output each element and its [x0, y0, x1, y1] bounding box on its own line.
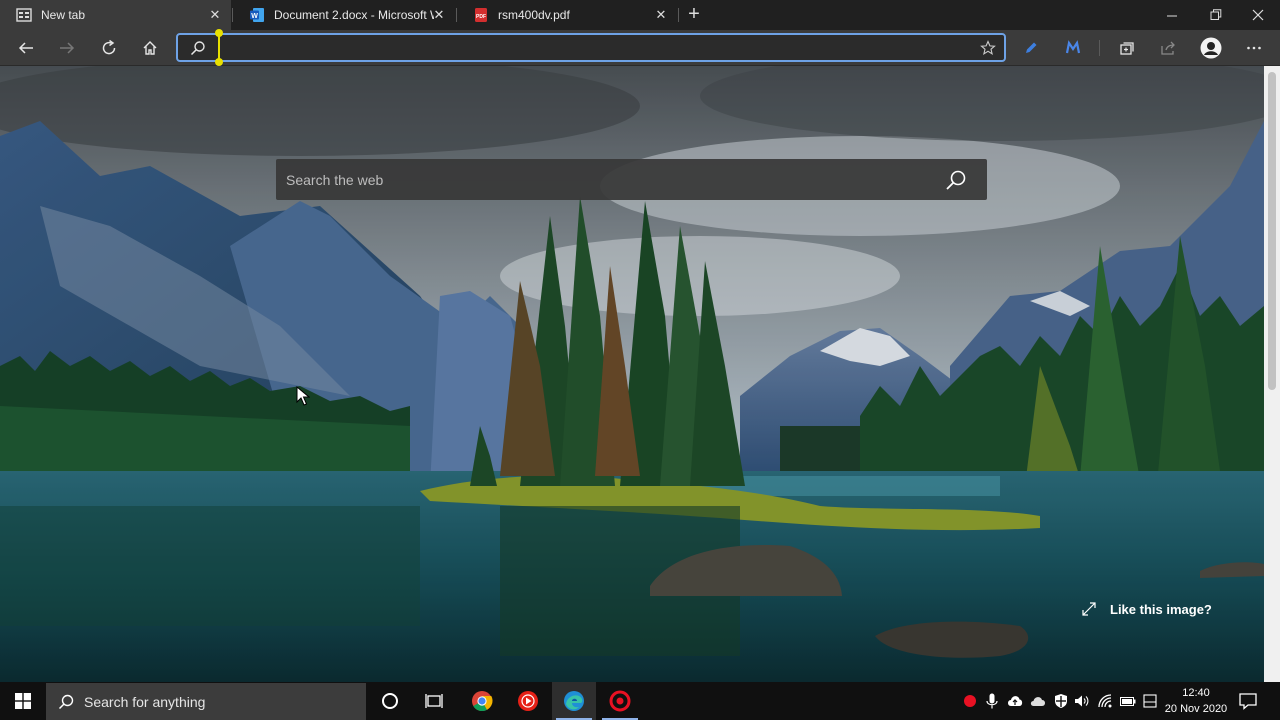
- svg-text:W: W: [251, 13, 258, 20]
- cortana-button[interactable]: [368, 682, 412, 720]
- search-icon[interactable]: [945, 169, 967, 191]
- taskbar-clock[interactable]: 12:40 20 Nov 2020: [1160, 685, 1232, 717]
- restore-icon: [1210, 9, 1222, 20]
- screen-recorder-taskbar-button[interactable]: [598, 682, 642, 720]
- keyboard-language-tray-button[interactable]: [1142, 693, 1158, 709]
- onedrive-icon: [1030, 697, 1045, 706]
- window-close-button[interactable]: [1236, 0, 1280, 30]
- pen-extension-icon: [1026, 42, 1037, 53]
- edge-taskbar-button[interactable]: [552, 682, 596, 720]
- onedrive-tray-button[interactable]: [1030, 693, 1046, 709]
- security-tray-button[interactable]: [1053, 693, 1069, 709]
- like-this-image-link[interactable]: Like this image?: [1082, 599, 1212, 619]
- new-tab-page: Like this image?: [0, 66, 1264, 682]
- close-icon[interactable]: ✕: [431, 7, 447, 23]
- forward-button[interactable]: [53, 34, 81, 62]
- new-tab-page-icon: [16, 8, 32, 22]
- web-search-box[interactable]: [276, 159, 987, 200]
- tab-label: rsm400dv.pdf: [498, 8, 570, 22]
- volume-icon: [1075, 695, 1089, 707]
- toolbar-divider: [1099, 40, 1100, 56]
- home-icon: [143, 41, 157, 55]
- back-button[interactable]: [12, 34, 40, 62]
- extension-pen-button[interactable]: [1017, 34, 1045, 62]
- share-icon: [1161, 41, 1175, 55]
- upload-cloud-tray-button[interactable]: [1007, 693, 1023, 709]
- search-icon: [58, 694, 74, 709]
- scrollbar-thumb[interactable]: [1268, 72, 1276, 390]
- home-button[interactable]: [136, 34, 164, 62]
- refresh-button[interactable]: [95, 34, 123, 62]
- shield-icon: [1055, 694, 1067, 708]
- volume-tray-button[interactable]: [1074, 693, 1090, 709]
- taskbar-search-box[interactable]: Search for anything: [46, 683, 366, 720]
- task-view-button[interactable]: [412, 682, 456, 720]
- favorite-star-icon[interactable]: [980, 40, 996, 56]
- windows-logo-icon: [15, 693, 31, 709]
- address-input[interactable]: [218, 38, 968, 57]
- minimize-button[interactable]: [1150, 0, 1194, 30]
- recording-indicator[interactable]: [962, 693, 978, 709]
- address-bar[interactable]: [176, 29, 1006, 66]
- youtube-music-taskbar-button[interactable]: [506, 682, 550, 720]
- share-button[interactable]: [1154, 34, 1182, 62]
- screen-recorder-icon: [609, 690, 631, 712]
- windows-taskbar: Search for anything 12:40 20 Nov 2020: [0, 682, 1280, 720]
- start-button[interactable]: [0, 682, 46, 720]
- refresh-icon: [102, 39, 116, 55]
- keyboard-layout-icon: [1143, 694, 1157, 708]
- battery-tray-button[interactable]: [1120, 693, 1136, 709]
- cortana-icon: [382, 693, 398, 709]
- restore-button[interactable]: [1194, 0, 1238, 30]
- edge-icon: [564, 691, 584, 711]
- profile-avatar-icon: [1200, 37, 1222, 59]
- more-dots-icon: [1247, 46, 1261, 50]
- clock-date: 20 Nov 2020: [1164, 703, 1228, 715]
- tab-divider: [678, 8, 679, 22]
- pdf-icon: PDF: [475, 8, 487, 22]
- microphone-tray-button[interactable]: [984, 693, 1000, 709]
- m-extension-icon: [1065, 40, 1081, 54]
- page-scrollbar[interactable]: [1264, 66, 1280, 682]
- close-icon[interactable]: ✕: [207, 7, 223, 23]
- tab-word-document[interactable]: W Document 2.docx - Microsoft Word Onlin…: [233, 0, 455, 30]
- tab-new-tab[interactable]: New tab ✕: [0, 0, 231, 30]
- collections-button[interactable]: [1113, 34, 1141, 62]
- close-icon[interactable]: ✕: [653, 7, 669, 23]
- minimize-icon: [1166, 15, 1177, 16]
- task-view-icon: [425, 694, 443, 708]
- expand-icon: [1082, 602, 1096, 616]
- extension-m-button[interactable]: [1059, 34, 1087, 62]
- forward-arrow-icon: [60, 42, 75, 54]
- tab-label: New tab: [41, 8, 86, 22]
- wifi-tray-button[interactable]: [1098, 693, 1114, 709]
- mouse-pointer-icon: [296, 386, 310, 406]
- web-search-input[interactable]: [286, 171, 926, 188]
- settings-more-button[interactable]: [1240, 34, 1268, 62]
- back-arrow-icon: [18, 42, 33, 54]
- chrome-taskbar-button[interactable]: [460, 682, 504, 720]
- chrome-icon: [472, 691, 493, 712]
- profile-button[interactable]: [1197, 34, 1225, 62]
- taskbar-search-placeholder: Search for anything: [84, 693, 206, 710]
- collections-icon: [1120, 42, 1134, 55]
- cloud-upload-icon: [1008, 696, 1023, 706]
- like-this-image-label: Like this image?: [1110, 601, 1212, 617]
- record-dot-icon: [964, 695, 976, 707]
- search-icon: [190, 41, 205, 56]
- microphone-icon: [986, 693, 998, 709]
- word-icon: W: [250, 8, 264, 22]
- new-tab-button[interactable]: +: [682, 3, 706, 27]
- clock-time: 12:40: [1182, 687, 1210, 699]
- svg-text:PDF: PDF: [476, 14, 486, 20]
- tab-strip: New tab ✕ W Document 2.docx - Microsoft …: [0, 0, 1280, 30]
- wifi-icon: [1098, 694, 1112, 708]
- close-icon: [1252, 9, 1264, 21]
- battery-icon: [1120, 697, 1136, 706]
- tab-pdf-document[interactable]: PDF rsm400dv.pdf ✕: [457, 0, 677, 30]
- youtube-music-icon: [518, 691, 538, 711]
- browser-toolbar: [0, 29, 1280, 66]
- notification-center-icon[interactable]: [1238, 692, 1258, 710]
- tab-label: Document 2.docx - Microsoft Word Online: [274, 8, 434, 22]
